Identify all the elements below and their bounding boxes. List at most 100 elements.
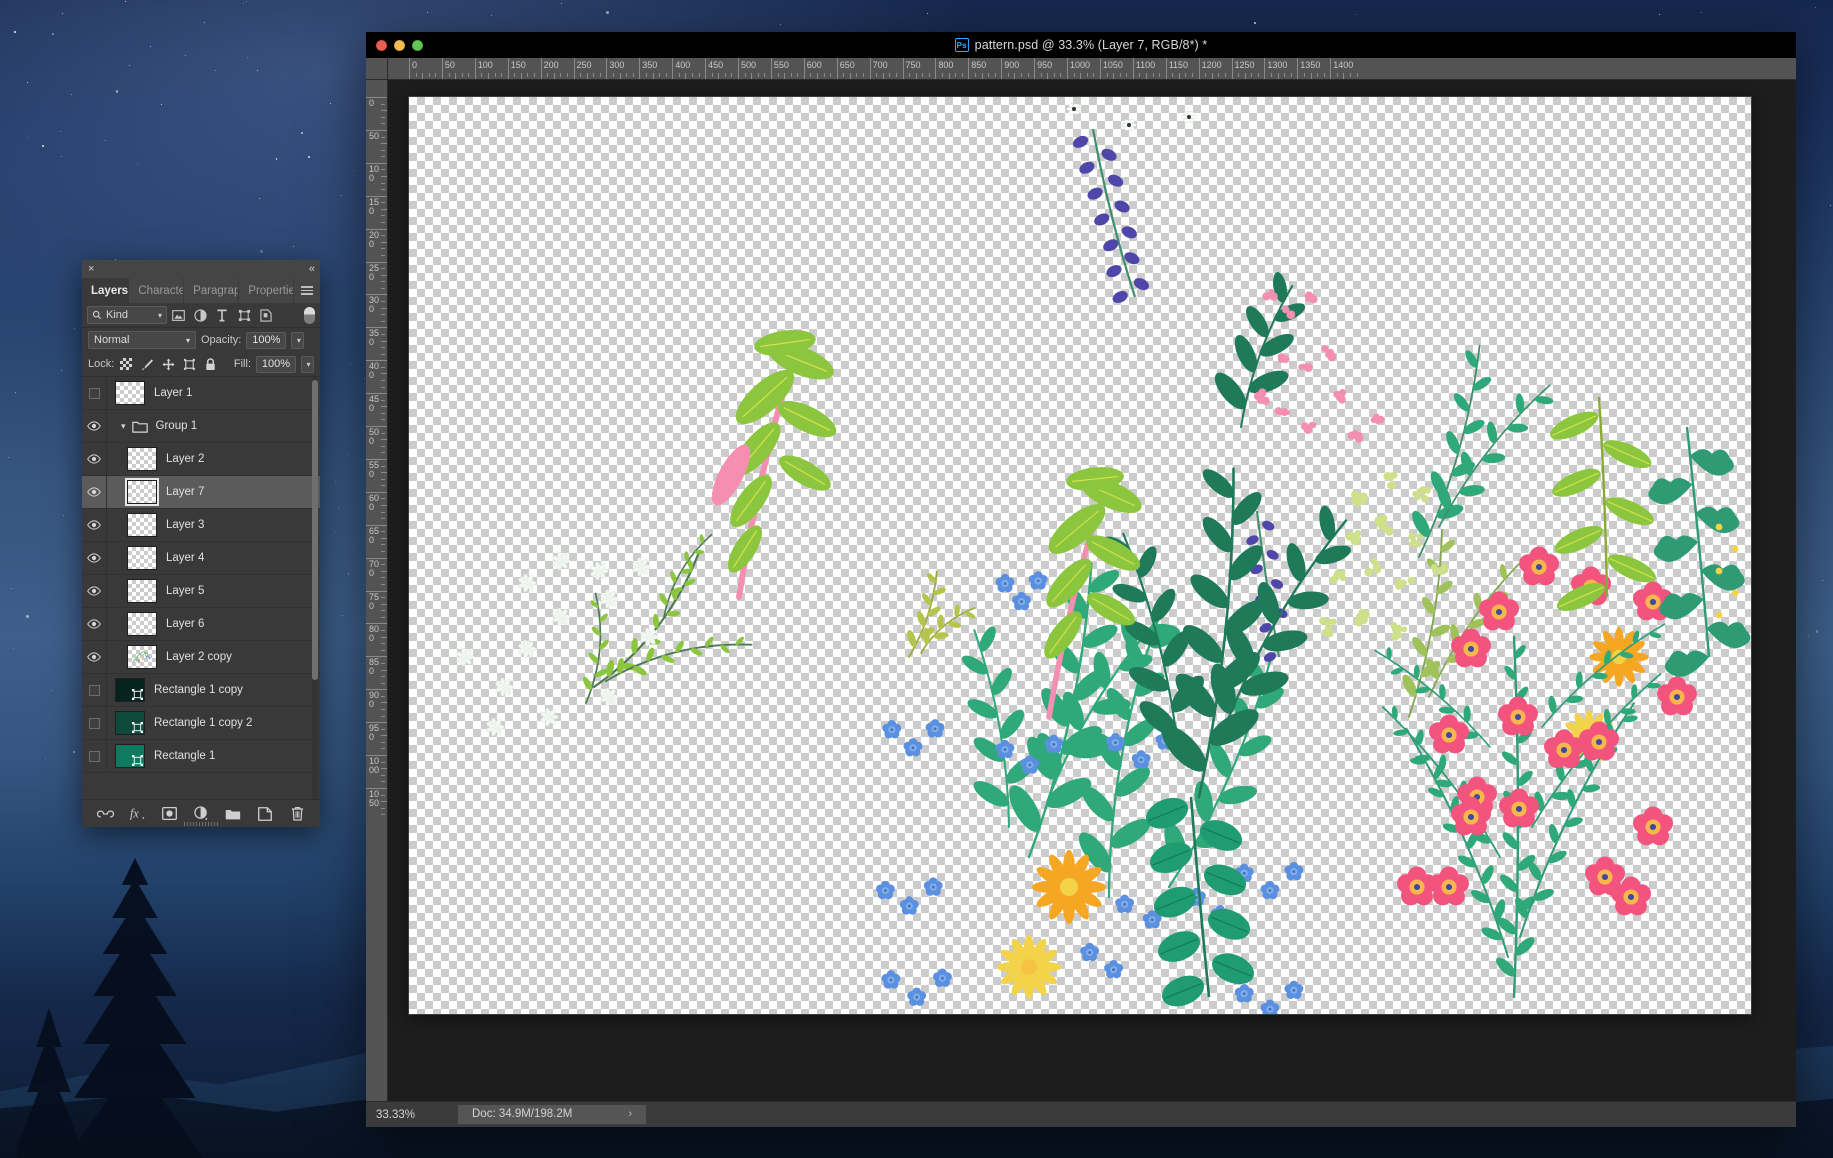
tab-character[interactable]: Characte (129, 278, 185, 303)
eye-visibility-icon[interactable] (87, 619, 101, 629)
eye-visibility-icon[interactable] (87, 586, 101, 596)
layer-visibility-cell[interactable] (82, 476, 107, 508)
opacity-field[interactable]: 100% (246, 331, 287, 349)
fill-field[interactable]: 100% (256, 355, 296, 373)
layer-visibility-cell[interactable] (82, 410, 107, 442)
filter-kind-select[interactable]: Kind ▾ (87, 306, 167, 324)
layer-row[interactable]: Rectangle 1 copy (82, 674, 320, 707)
layer-style-fx-icon[interactable]: fx (129, 805, 146, 822)
smart-object-filter-icon[interactable] (255, 305, 277, 325)
eye-visibility-icon[interactable] (87, 421, 101, 431)
layer-row[interactable]: Layer 7 (82, 476, 320, 509)
layer-row[interactable]: Rectangle 1 (82, 740, 320, 773)
layer-thumbnail[interactable] (115, 711, 145, 735)
document-canvas[interactable] (409, 97, 1751, 1014)
blend-mode-select[interactable]: Normal ▾ (88, 331, 196, 349)
layer-row[interactable]: Layer 3 (82, 509, 320, 542)
photoshop-document-window: Ps pattern.psd @ 33.3% (Layer 7, RGB/8*)… (366, 32, 1796, 1127)
eye-visibility-icon[interactable] (87, 520, 101, 530)
layer-thumbnail[interactable] (127, 513, 157, 537)
eye-visibility-icon[interactable] (87, 454, 101, 464)
layer-row[interactable]: Layer 1 (82, 377, 320, 410)
layer-thumbnail[interactable] (115, 678, 145, 702)
layer-thumbnail[interactable] (127, 546, 157, 570)
tab-properties[interactable]: Propertie (239, 278, 294, 303)
delete-layer-icon[interactable] (289, 805, 306, 822)
eye-visibility-icon[interactable] (87, 487, 101, 497)
layer-visibility-cell[interactable] (82, 575, 107, 607)
horizontal-ruler[interactable]: 0 50 100 150 200 250 300 350 400 450 500 550 600 650 7… (388, 58, 1796, 80)
eye-hidden-icon[interactable] (88, 684, 100, 696)
shape-layer-filter-icon[interactable] (233, 305, 255, 325)
ruler-label: 100 (369, 163, 380, 183)
layer-name: Layer 6 (166, 618, 205, 630)
layer-thumbnail[interactable] (115, 744, 145, 768)
adjustment-layer-filter-icon[interactable] (189, 305, 211, 325)
ruler-label: 800 (938, 60, 954, 70)
layer-visibility-cell[interactable] (82, 740, 107, 772)
layer-row[interactable]: Layer 2 (82, 443, 320, 476)
layer-visibility-cell[interactable] (82, 542, 107, 574)
document-info[interactable]: Doc: 34.9M/198.2M › (458, 1105, 647, 1124)
tab-layers[interactable]: Layers (82, 278, 130, 303)
ruler-label: 1250 (1234, 60, 1255, 70)
window-titlebar[interactable]: Ps pattern.psd @ 33.3% (Layer 7, RGB/8*)… (366, 32, 1796, 58)
layer-visibility-cell[interactable] (82, 641, 107, 673)
add-layer-mask-icon[interactable] (161, 805, 178, 822)
desktop-background: Ps pattern.psd @ 33.3% (Layer 7, RGB/8*)… (0, 0, 1833, 1158)
hamburger-menu-icon[interactable] (294, 278, 320, 303)
eye-hidden-icon[interactable] (88, 750, 100, 762)
lock-all-icon[interactable] (203, 357, 217, 371)
layer-thumbnail[interactable] (127, 612, 157, 636)
canvas-area[interactable] (388, 80, 1796, 1101)
type-layer-filter-icon[interactable] (211, 305, 233, 325)
zoom-level[interactable]: 33.33% (366, 1109, 458, 1121)
layers-scrollbar-thumb[interactable] (312, 380, 318, 680)
layer-thumbnail[interactable] (127, 447, 157, 471)
layer-row[interactable]: Layer 6 (82, 608, 320, 641)
layer-name: Rectangle 1 (154, 750, 216, 762)
eye-visibility-icon[interactable] (87, 652, 101, 662)
filter-enable-toggle[interactable] (304, 306, 315, 324)
layer-row[interactable]: Rectangle 1 copy 2 (82, 707, 320, 740)
layer-visibility-cell[interactable] (82, 443, 107, 475)
layer-thumbnail[interactable] (115, 381, 145, 405)
link-layers-icon[interactable] (96, 805, 114, 822)
ruler-corner[interactable] (366, 58, 388, 80)
layers-list[interactable]: Layer 1 ▾ Group 1 Layer 2 Layer 7 Layer 3 Laye… (82, 376, 320, 799)
blend-mode-value: Normal (94, 334, 130, 346)
lock-position-icon[interactable] (161, 357, 175, 371)
lock-artboard-nesting-icon[interactable] (182, 357, 196, 371)
layer-name: Layer 1 (154, 387, 193, 399)
layer-row[interactable]: Layer 4 (82, 542, 320, 575)
eye-hidden-icon[interactable] (88, 717, 100, 729)
layer-visibility-cell[interactable] (82, 509, 107, 541)
pixel-layer-filter-icon[interactable] (167, 305, 189, 325)
layer-row[interactable]: Layer 2 copy (82, 641, 320, 674)
layer-visibility-cell[interactable] (82, 608, 107, 640)
layer-row[interactable]: Layer 5 (82, 575, 320, 608)
eye-visibility-icon[interactable] (87, 553, 101, 563)
lock-image-pixels-icon[interactable] (140, 357, 154, 371)
eye-hidden-icon[interactable] (88, 387, 100, 399)
layer-visibility-cell[interactable] (82, 707, 107, 739)
vertical-ruler[interactable]: 0 50 100 150 200 250 300 350 400 450 500 550 600 650 7… (366, 80, 388, 1101)
lock-transparent-pixels-icon[interactable] (119, 357, 133, 371)
layer-thumbnail[interactable] (127, 480, 157, 504)
layer-visibility-cell[interactable] (82, 674, 107, 706)
layer-thumbnail[interactable] (127, 579, 157, 603)
fill-slider-chevron-icon[interactable]: ▾ (301, 355, 314, 373)
opacity-slider-chevron-icon[interactable]: ▾ (291, 331, 305, 349)
status-expand-arrow[interactable]: › (628, 1105, 632, 1124)
tab-paragraph[interactable]: Paragrap (184, 278, 240, 303)
collapse-panel-icon[interactable]: « (309, 263, 315, 275)
group-disclosure-triangle-icon[interactable]: ▾ (121, 421, 126, 432)
close-icon[interactable]: × (88, 263, 94, 275)
new-adjustment-layer-icon[interactable] (193, 805, 210, 822)
new-group-icon[interactable] (225, 805, 242, 822)
layer-thumbnail[interactable] (127, 645, 157, 669)
new-layer-icon[interactable] (257, 805, 274, 822)
layer-visibility-cell[interactable] (82, 377, 107, 409)
panel-resize-grip[interactable] (184, 822, 218, 826)
layer-row[interactable]: ▾ Group 1 (82, 410, 320, 443)
